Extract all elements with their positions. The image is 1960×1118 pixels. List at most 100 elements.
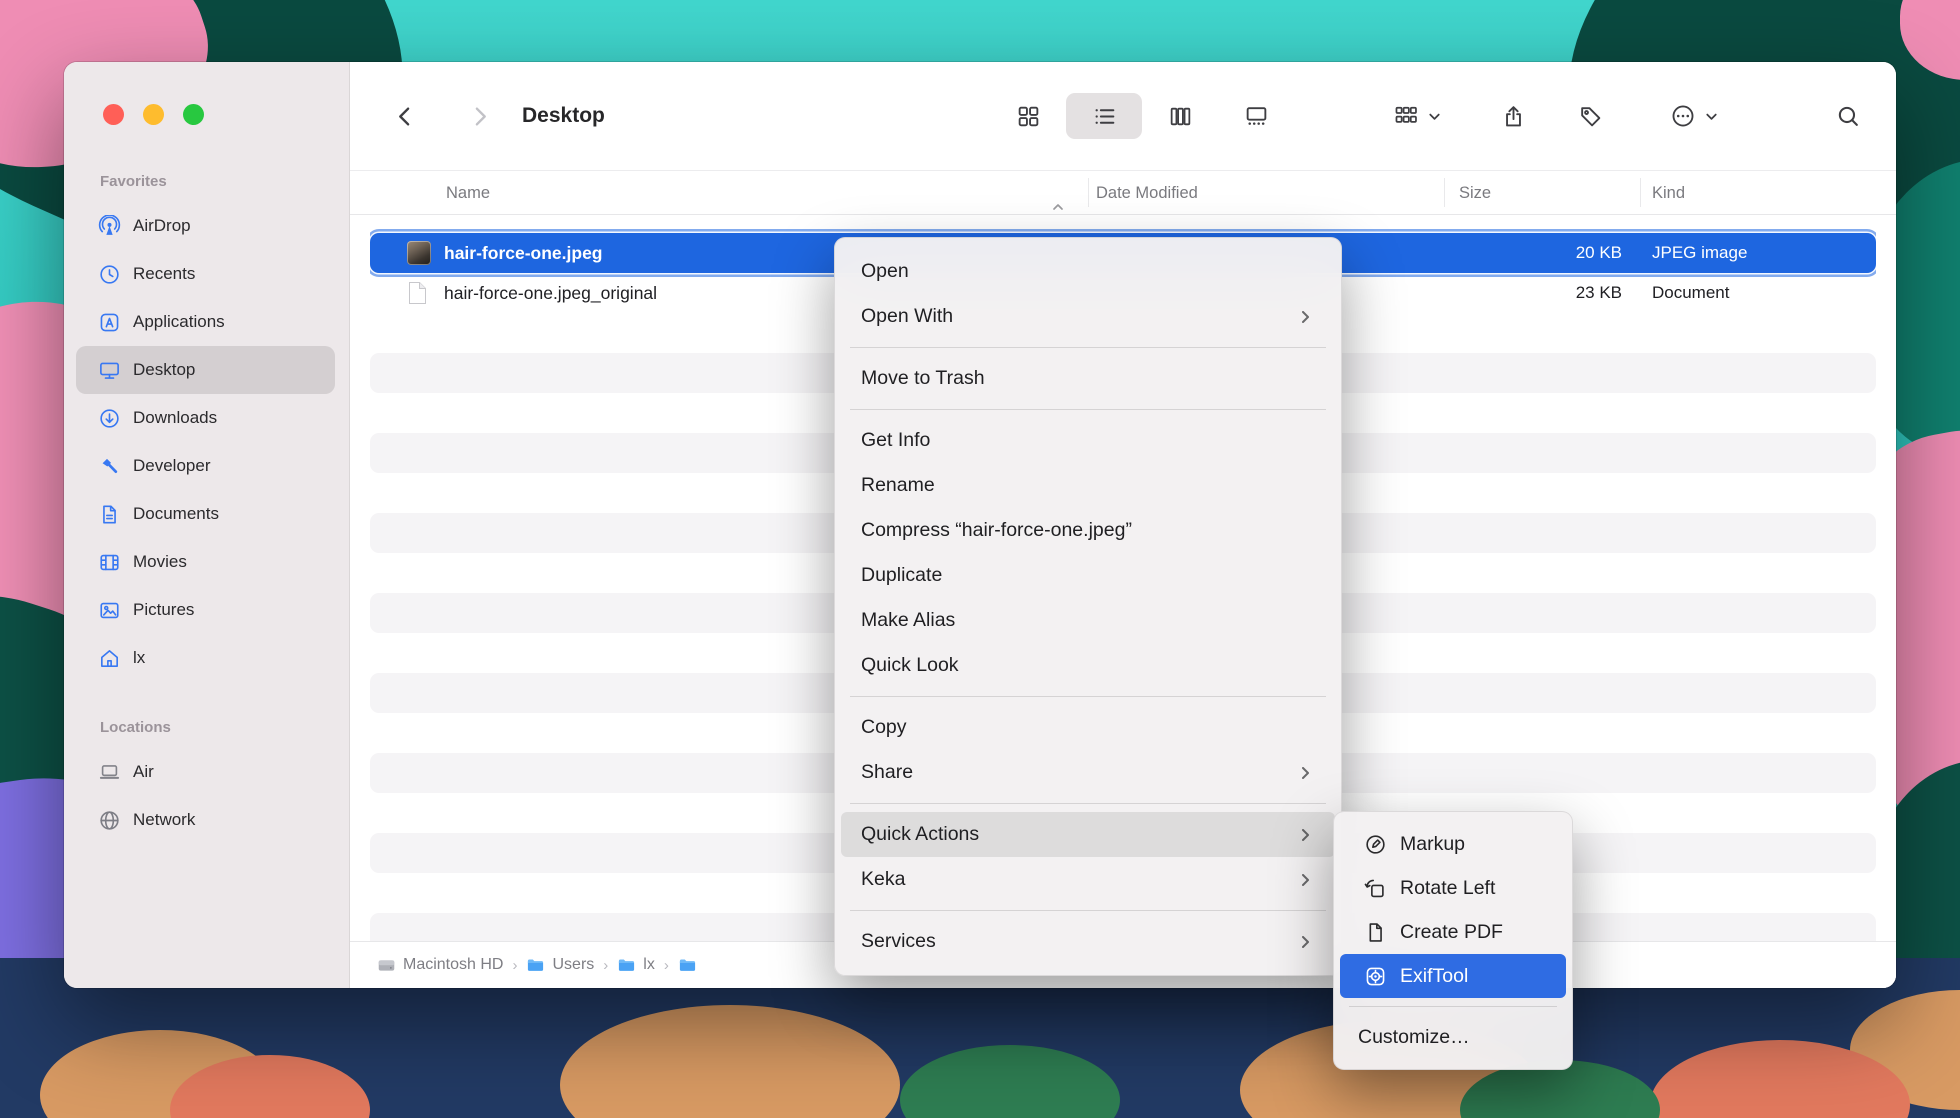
view-columns-button[interactable] [1142, 93, 1218, 139]
sidebar-item-label: Recents [133, 264, 195, 284]
sidebar-item-label: Downloads [133, 408, 217, 428]
sidebar-item-lx[interactable]: lx [76, 634, 335, 682]
path-item-users[interactable]: Users [526, 956, 594, 975]
sidebar-item-label: Developer [133, 456, 211, 476]
menu-item-label: Get Info [861, 429, 930, 452]
menu-item-rename[interactable]: Rename [841, 463, 1335, 508]
file-kind: Document [1652, 273, 1729, 313]
menu-item-move-to-trash[interactable]: Move to Trash [841, 356, 1335, 401]
create-pdf-icon [1364, 921, 1387, 944]
view-grid-button[interactable] [990, 93, 1066, 139]
toolbar: Desktop [350, 62, 1896, 170]
clock-icon [98, 263, 121, 286]
menu-item-label: Services [861, 930, 936, 953]
submenu-item-customize[interactable]: Customize… [1340, 1015, 1566, 1059]
group-button[interactable] [1372, 93, 1462, 139]
tag-button[interactable] [1572, 95, 1608, 137]
sidebar: Favorites AirDrop Recents Applications D… [64, 62, 350, 988]
back-icon [393, 104, 418, 129]
menu-item-label: Move to Trash [861, 367, 985, 390]
list-view-icon [1092, 104, 1117, 129]
more-actions-button[interactable] [1650, 93, 1738, 139]
film-icon [98, 551, 121, 574]
menu-item-share[interactable]: Share [841, 750, 1335, 795]
column-header-kind[interactable]: Kind [1652, 171, 1685, 216]
chevron-right-icon [1297, 933, 1315, 951]
sidebar-item-airdrop[interactable]: AirDrop [76, 202, 335, 250]
path-item-lx[interactable]: lx [617, 956, 655, 975]
sidebar-item-network[interactable]: Network [76, 796, 335, 844]
sidebar-item-movies[interactable]: Movies [76, 538, 335, 586]
view-switcher [990, 93, 1294, 139]
column-header-name[interactable]: Name [446, 171, 490, 216]
submenu-item-label: Create PDF [1400, 921, 1503, 944]
menu-item-make-alias[interactable]: Make Alias [841, 598, 1335, 643]
path-item-macintosh-hd[interactable]: Macintosh HD [377, 956, 503, 975]
traffic-lights [103, 104, 204, 125]
share-button[interactable] [1495, 95, 1531, 137]
path-separator: › [664, 957, 669, 974]
menu-item-quick-look[interactable]: Quick Look [841, 643, 1335, 688]
folder-icon [617, 956, 636, 975]
sidebar-item-label: Applications [133, 312, 225, 332]
sidebar-item-label: Air [133, 762, 154, 782]
submenu-item-create-pdf[interactable]: Create PDF [1340, 910, 1566, 954]
menu-item-label: Quick Actions [861, 823, 979, 846]
menu-item-open-with[interactable]: Open With [841, 294, 1335, 339]
back-button[interactable] [387, 95, 423, 137]
sidebar-item-applications[interactable]: Applications [76, 298, 335, 346]
menu-item-label: Copy [861, 716, 907, 739]
downloads-icon [98, 407, 121, 430]
view-gallery-button[interactable] [1218, 93, 1294, 139]
column-divider[interactable] [1640, 178, 1641, 207]
sidebar-item-developer[interactable]: Developer [76, 442, 335, 490]
sidebar-item-pictures[interactable]: Pictures [76, 586, 335, 634]
path-item-occluded[interactable] [678, 956, 704, 975]
file-size: 23 KB [1502, 273, 1622, 313]
column-divider[interactable] [1444, 178, 1445, 207]
submenu-item-label: Customize… [1358, 1026, 1470, 1049]
tag-icon [1578, 104, 1603, 129]
menu-item-compress[interactable]: Compress “hair-force-one.jpeg” [841, 508, 1335, 553]
minimize-button[interactable] [143, 104, 164, 125]
sidebar-item-label: Desktop [133, 360, 195, 380]
menu-item-copy[interactable]: Copy [841, 705, 1335, 750]
column-header-size[interactable]: Size [1459, 171, 1491, 216]
sidebar-item-downloads[interactable]: Downloads [76, 394, 335, 442]
forward-button[interactable] [461, 95, 497, 137]
search-button[interactable] [1830, 95, 1866, 137]
menu-item-services[interactable]: Services [841, 919, 1335, 964]
share-icon [1501, 104, 1526, 129]
sidebar-item-desktop[interactable]: Desktop [76, 346, 335, 394]
zoom-button[interactable] [183, 104, 204, 125]
menu-item-duplicate[interactable]: Duplicate [841, 553, 1335, 598]
column-header-date-modified[interactable]: Date Modified [1096, 171, 1198, 216]
menu-separator [850, 803, 1326, 804]
submenu-item-exiftool[interactable]: ExifTool [1340, 954, 1566, 998]
sidebar-item-documents[interactable]: Documents [76, 490, 335, 538]
menu-item-label: Open [861, 260, 909, 283]
close-button[interactable] [103, 104, 124, 125]
disk-icon [377, 956, 396, 975]
submenu-item-label: Markup [1400, 833, 1465, 856]
menu-item-quick-actions[interactable]: Quick Actions [841, 812, 1335, 857]
menu-item-label: Compress “hair-force-one.jpeg” [861, 519, 1132, 542]
menu-separator [850, 347, 1326, 348]
path-item-label: Macintosh HD [403, 956, 503, 974]
submenu-item-markup[interactable]: Markup [1340, 822, 1566, 866]
sidebar-item-air[interactable]: Air [76, 748, 335, 796]
menu-item-keka[interactable]: Keka [841, 857, 1335, 902]
sidebar-item-recents[interactable]: Recents [76, 250, 335, 298]
view-list-button[interactable] [1066, 93, 1142, 139]
column-headers: Name Date Modified Size Kind [350, 170, 1896, 215]
column-divider[interactable] [1088, 178, 1089, 207]
menu-item-open[interactable]: Open [841, 249, 1335, 294]
submenu-item-rotate-left[interactable]: Rotate Left [1340, 866, 1566, 910]
gallery-view-icon [1244, 104, 1269, 129]
chevron-right-icon [1297, 826, 1315, 844]
menu-item-label: Open With [861, 305, 953, 328]
menu-item-get-info[interactable]: Get Info [841, 418, 1335, 463]
path-item-label: lx [643, 956, 655, 974]
document-icon [98, 503, 121, 526]
search-icon [1836, 104, 1861, 129]
